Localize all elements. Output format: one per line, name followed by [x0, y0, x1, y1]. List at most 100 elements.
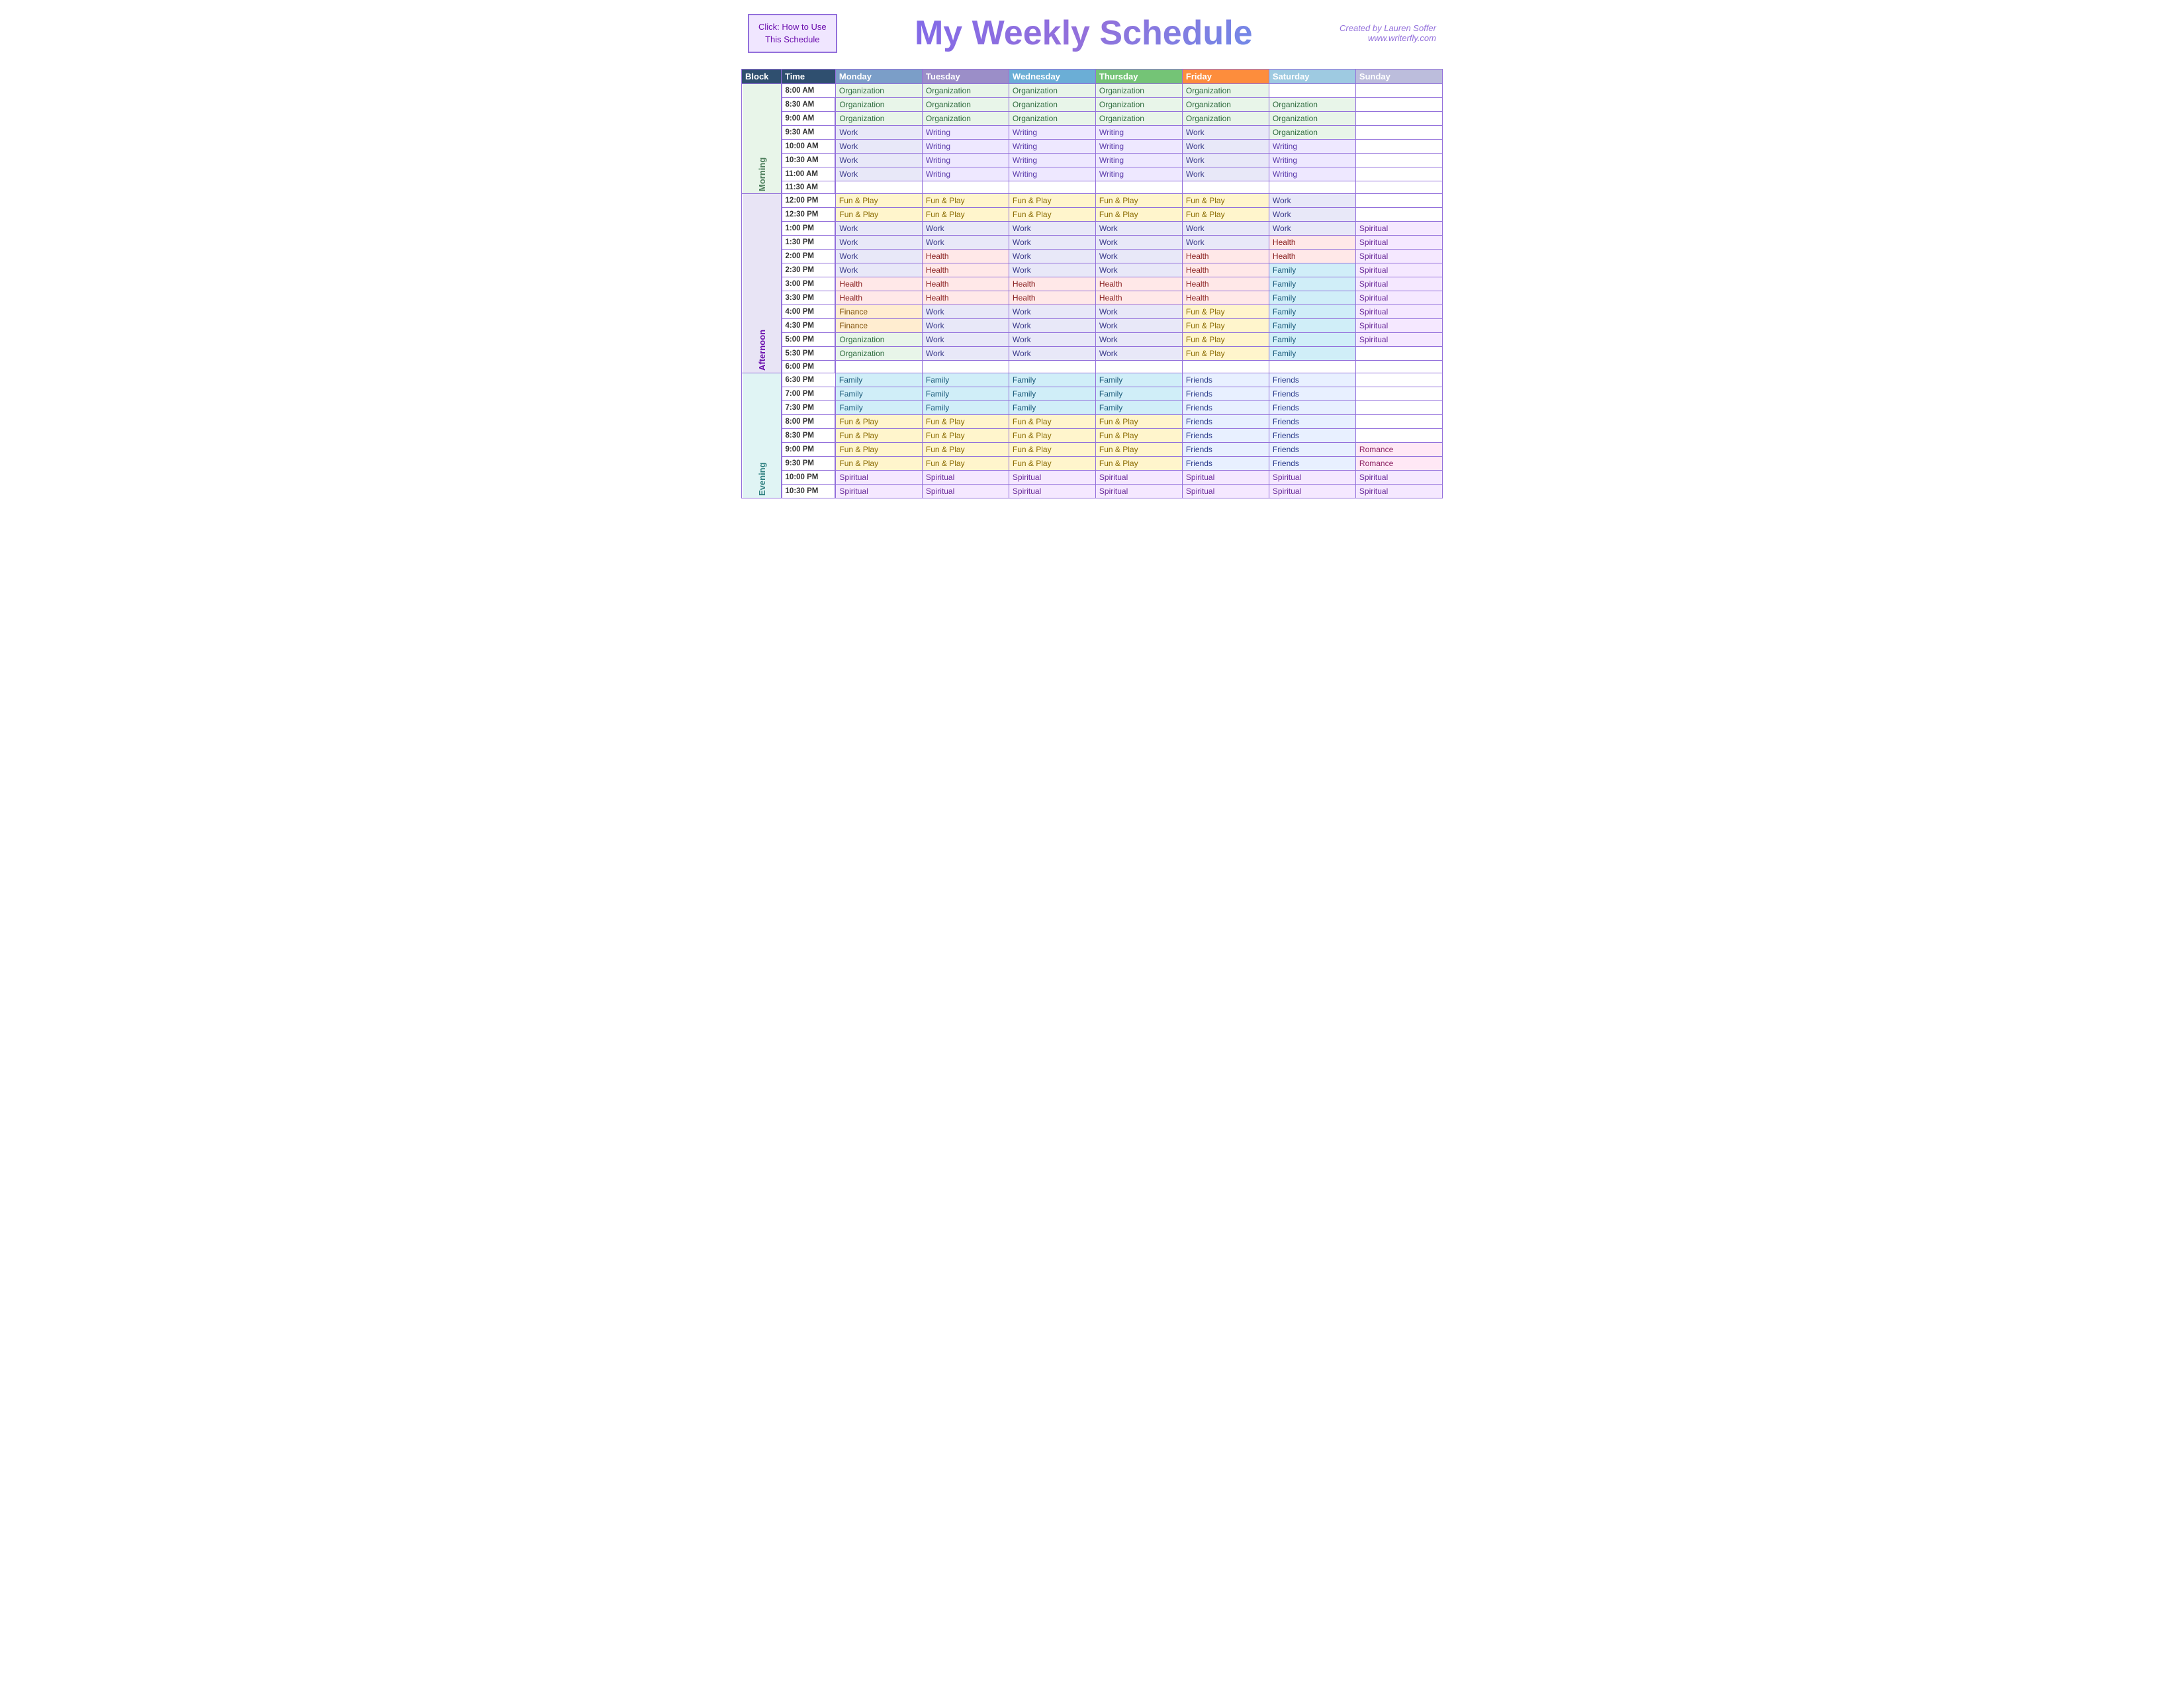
activity-cell: Health: [1269, 250, 1355, 263]
activity-cell: Health: [922, 250, 1009, 263]
activity-cell: [1355, 208, 1442, 222]
activity-cell: Writing: [922, 154, 1009, 167]
time-cell: 1:00 PM: [782, 222, 836, 236]
activity-cell: Friends: [1269, 443, 1355, 457]
activity-cell: Work: [1182, 167, 1269, 181]
activity-cell: Fun & Play: [922, 457, 1009, 471]
activity-cell: Family: [1095, 401, 1182, 415]
activity-cell: Fun & Play: [835, 194, 922, 208]
table-row: 10:30 PMSpiritualSpiritualSpiritualSpiri…: [742, 485, 1443, 498]
activity-cell: Health: [1009, 291, 1095, 305]
activity-cell: Work: [922, 222, 1009, 236]
activity-cell: [1355, 194, 1442, 208]
activity-cell: [1355, 181, 1442, 194]
activity-cell: Work: [835, 222, 922, 236]
activity-cell: Fun & Play: [922, 208, 1009, 222]
activity-cell: Work: [1009, 236, 1095, 250]
th-saturday: Saturday: [1269, 70, 1355, 84]
table-row: 8:00 PMFun & PlayFun & PlayFun & PlayFun…: [742, 415, 1443, 429]
activity-cell: Fun & Play: [922, 415, 1009, 429]
time-cell: 8:30 PM: [782, 429, 836, 443]
activity-cell: Fun & Play: [1095, 415, 1182, 429]
activity-cell: Romance: [1355, 457, 1442, 471]
activity-cell: Fun & Play: [1095, 457, 1182, 471]
activity-cell: Fun & Play: [1182, 305, 1269, 319]
activity-cell: Family: [1269, 347, 1355, 361]
time-cell: 10:00 PM: [782, 471, 836, 485]
activity-cell: [835, 181, 922, 194]
activity-cell: Spiritual: [1009, 485, 1095, 498]
activity-cell: Friends: [1182, 387, 1269, 401]
activity-cell: Work: [922, 333, 1009, 347]
activity-cell: [1355, 126, 1442, 140]
time-cell: 9:00 PM: [782, 443, 836, 457]
activity-cell: Spiritual: [1095, 485, 1182, 498]
activity-cell: Spiritual: [1095, 471, 1182, 485]
activity-cell: Friends: [1269, 415, 1355, 429]
table-row: 2:30 PMWorkHealthWorkWorkHealthFamilySpi…: [742, 263, 1443, 277]
time-cell: 10:00 AM: [782, 140, 836, 154]
activity-cell: Family: [1269, 319, 1355, 333]
activity-cell: Family: [1269, 333, 1355, 347]
activity-cell: Work: [835, 263, 922, 277]
activity-cell: Work: [1095, 347, 1182, 361]
activity-cell: Friends: [1182, 429, 1269, 443]
activity-cell: Spiritual: [1355, 236, 1442, 250]
activity-cell: Spiritual: [1355, 222, 1442, 236]
th-wednesday: Wednesday: [1009, 70, 1095, 84]
activity-cell: Romance: [1355, 443, 1442, 457]
time-cell: 9:30 AM: [782, 126, 836, 140]
activity-cell: Work: [1009, 319, 1095, 333]
page-header: Click: How to Use This Schedule My Weekl…: [741, 13, 1443, 53]
activity-cell: Spiritual: [1182, 485, 1269, 498]
table-row: 3:30 PMHealthHealthHealthHealthHealthFam…: [742, 291, 1443, 305]
block-label-evening: Evening: [742, 373, 782, 498]
time-cell: 5:30 PM: [782, 347, 836, 361]
activity-cell: Work: [1269, 194, 1355, 208]
activity-cell: Organization: [835, 84, 922, 98]
activity-cell: Fun & Play: [1182, 333, 1269, 347]
activity-cell: Spiritual: [1182, 471, 1269, 485]
activity-cell: Health: [922, 291, 1009, 305]
time-cell: 12:00 PM: [782, 194, 836, 208]
activity-cell: Family: [1009, 373, 1095, 387]
table-row: 10:00 AMWorkWritingWritingWritingWorkWri…: [742, 140, 1443, 154]
activity-cell: [1355, 140, 1442, 154]
time-cell: 11:30 AM: [782, 181, 836, 194]
activity-cell: Family: [1009, 401, 1095, 415]
activity-cell: Work: [1095, 305, 1182, 319]
activity-cell: Fun & Play: [1182, 319, 1269, 333]
activity-cell: Family: [922, 401, 1009, 415]
activity-cell: Friends: [1269, 373, 1355, 387]
creator-info: Created by Lauren Soffer www.writerfly.c…: [1330, 23, 1436, 43]
activity-cell: Friends: [1269, 401, 1355, 415]
activity-cell: Friends: [1182, 373, 1269, 387]
activity-cell: Spiritual: [1355, 263, 1442, 277]
how-to-use-button[interactable]: Click: How to Use This Schedule: [748, 14, 837, 53]
activity-cell: Spiritual: [835, 471, 922, 485]
activity-cell: Organization: [835, 98, 922, 112]
table-row: Afternoon12:00 PMFun & PlayFun & PlayFun…: [742, 194, 1443, 208]
time-cell: 11:00 AM: [782, 167, 836, 181]
activity-cell: Spiritual: [922, 485, 1009, 498]
table-row: Evening6:30 PMFamilyFamilyFamilyFamilyFr…: [742, 373, 1443, 387]
activity-cell: Fun & Play: [1009, 208, 1095, 222]
activity-cell: Family: [922, 373, 1009, 387]
activity-cell: [835, 361, 922, 373]
table-row: 1:00 PMWorkWorkWorkWorkWorkWorkSpiritual: [742, 222, 1443, 236]
click-box-line1: Click: How to Use: [758, 21, 827, 34]
activity-cell: Writing: [1009, 154, 1095, 167]
activity-cell: Fun & Play: [1182, 208, 1269, 222]
activity-cell: Work: [1182, 140, 1269, 154]
activity-cell: [1355, 415, 1442, 429]
activity-cell: Health: [1182, 291, 1269, 305]
activity-cell: Spiritual: [1355, 333, 1442, 347]
activity-cell: Work: [1269, 208, 1355, 222]
time-cell: 2:30 PM: [782, 263, 836, 277]
activity-cell: Spiritual: [1355, 277, 1442, 291]
activity-cell: Fun & Play: [1182, 347, 1269, 361]
activity-cell: [1355, 347, 1442, 361]
time-cell: 9:00 AM: [782, 112, 836, 126]
activity-cell: Health: [922, 277, 1009, 291]
time-cell: 10:30 PM: [782, 485, 836, 498]
